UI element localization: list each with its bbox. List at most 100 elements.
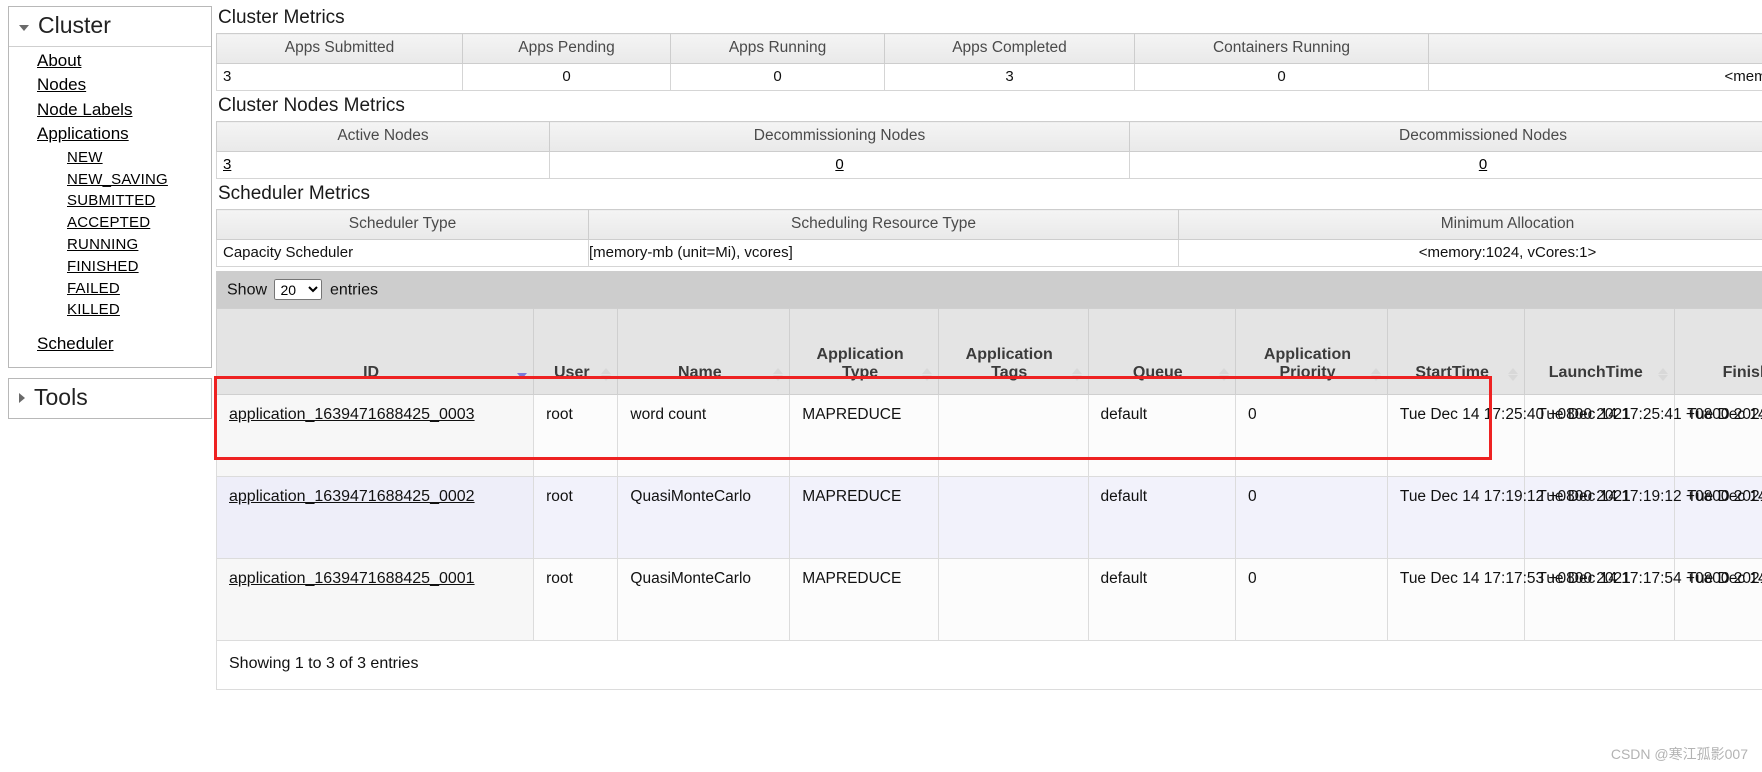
sidebar-item-scheduler[interactable]: Scheduler (9, 332, 211, 356)
sidebar-cluster-header[interactable]: Cluster (9, 7, 211, 47)
applications-datatable: Show 20 50 100 entries (216, 271, 1762, 690)
val-decommissioning-nodes-cell: 0 (550, 152, 1130, 179)
cell-user: root (534, 395, 618, 477)
th-finish-time[interactable]: FinishT (1675, 309, 1762, 395)
col-scheduler-type: Scheduler Type (217, 210, 589, 240)
sidebar-cluster-block: Cluster About Nodes Node Labels Applicat… (8, 6, 212, 368)
th-launch-time-label: LaunchTime (1549, 364, 1643, 381)
page-size-select[interactable]: 20 50 100 (274, 279, 322, 300)
table-row[interactable]: application_1639471688425_0002 root Quas… (217, 477, 1762, 559)
val-decommissioned-nodes[interactable]: 0 (1479, 156, 1487, 173)
val-apps-completed: 3 (885, 64, 1135, 91)
cell-start-time: Tue Dec 14 17:25:40 +0800 2021 (1387, 395, 1525, 477)
cell-start-time: Tue Dec 14 17:17:53 +0800 2021 (1387, 559, 1525, 641)
table-row[interactable]: application_1639471688425_0001 root Quas… (217, 559, 1762, 641)
th-queue[interactable]: Queue (1088, 309, 1235, 395)
sidebar-cluster-body: About Nodes Node Labels Applications NEW… (9, 47, 211, 367)
cell-application-priority: 0 (1236, 395, 1388, 477)
entries-label: entries (330, 282, 378, 299)
applications-header-row: ID User Name Application Type (217, 309, 1762, 395)
val-active-nodes[interactable]: 3 (223, 156, 231, 173)
scheduler-metrics-table: Scheduler Type Scheduling Resource Type … (216, 209, 1762, 267)
cell-id: application_1639471688425_0002 (217, 477, 534, 559)
cell-launch-time: Tue Dec 14 17:17:54 +0800 2021 (1525, 559, 1675, 641)
cell-queue: default (1088, 559, 1235, 641)
sidebar-item-about[interactable]: About (9, 49, 211, 73)
col-apps-pending: Apps Pending (463, 34, 671, 64)
cluster-nodes-header-row: Active Nodes Decommissioning Nodes Decom… (217, 122, 1762, 152)
col-decommissioning-nodes: Decommissioning Nodes (550, 122, 1130, 152)
sidebar-tools-header[interactable]: Tools (9, 379, 211, 418)
sidebar-item-new-saving[interactable]: NEW_SAVING (9, 169, 211, 191)
datatable-info: Showing 1 to 3 of 3 entries (216, 641, 1762, 690)
table-row[interactable]: application_1639471688425_0003 root word… (217, 395, 1762, 477)
sidebar-item-killed[interactable]: KILLED (9, 299, 211, 321)
sidebar-item-new[interactable]: NEW (9, 147, 211, 169)
th-launch-time[interactable]: LaunchTime (1525, 309, 1675, 395)
th-application-tags-label: Application Tags (966, 346, 1053, 381)
cluster-metrics-value-row: 3 0 0 3 0 <memory:0 B, v (217, 64, 1762, 91)
sidebar: Cluster About Nodes Node Labels Applicat… (0, 0, 212, 429)
application-id-link[interactable]: application_1639471688425_0002 (229, 488, 475, 505)
cell-launch-time: Tue Dec 14 17:19:12 +0800 2021 (1525, 477, 1675, 559)
sidebar-item-node-labels[interactable]: Node Labels (9, 98, 211, 122)
sidebar-cluster-title: Cluster (38, 12, 111, 39)
cell-queue: default (1088, 395, 1235, 477)
cell-application-tags (938, 559, 1088, 641)
cell-id: application_1639471688425_0001 (217, 559, 534, 641)
sidebar-item-applications[interactable]: Applications (9, 122, 211, 146)
val-apps-pending: 0 (463, 64, 671, 91)
th-user[interactable]: User (534, 309, 618, 395)
cell-application-type: MAPREDUCE (790, 477, 939, 559)
sidebar-item-accepted[interactable]: ACCEPTED (9, 212, 211, 234)
sidebar-item-nodes[interactable]: Nodes (9, 73, 211, 97)
application-id-link[interactable]: application_1639471688425_0001 (229, 570, 475, 587)
cell-application-tags (938, 477, 1088, 559)
th-application-type-label: Application Type (817, 346, 904, 381)
th-id[interactable]: ID (217, 309, 534, 395)
sidebar-item-failed[interactable]: FAILED (9, 278, 211, 300)
sort-none-icon (773, 368, 784, 381)
cell-application-priority: 0 (1236, 559, 1388, 641)
cell-start-time: Tue Dec 14 17:19:12 +0800 2021 (1387, 477, 1525, 559)
cell-application-tags (938, 395, 1088, 477)
cluster-nodes-metrics-title: Cluster Nodes Metrics (218, 95, 1762, 117)
cell-user: root (534, 559, 618, 641)
cell-finish-time: Tue Dec 14 17:19:31 +0800 2 (1675, 477, 1762, 559)
cell-application-priority: 0 (1236, 477, 1388, 559)
sidebar-tools-title: Tools (34, 384, 88, 411)
sidebar-item-submitted[interactable]: SUBMITTED (9, 190, 211, 212)
col-apps-submitted: Apps Submitted (217, 34, 463, 64)
sort-desc-icon (517, 368, 528, 381)
cell-queue: default (1088, 477, 1235, 559)
th-name[interactable]: Name (618, 309, 790, 395)
cluster-metrics-header-row: Apps Submitted Apps Pending Apps Running… (217, 34, 1762, 64)
th-finish-time-label: FinishT (1723, 364, 1762, 381)
val-containers-running: 0 (1135, 64, 1429, 91)
th-application-type[interactable]: Application Type (790, 309, 939, 395)
cell-application-type: MAPREDUCE (790, 559, 939, 641)
th-application-tags[interactable]: Application Tags (938, 309, 1088, 395)
th-start-time[interactable]: StartTime (1387, 309, 1525, 395)
col-scheduling-resource-type: Scheduling Resource Type (589, 210, 1179, 240)
sort-none-icon (601, 368, 612, 381)
val-decommissioning-nodes[interactable]: 0 (835, 156, 843, 173)
cell-finish-time: Tue Dec 14 17:25:55 +0800 2 (1675, 395, 1762, 477)
th-queue-label: Queue (1133, 364, 1183, 381)
val-apps-submitted: 3 (217, 64, 463, 91)
val-decommissioned-nodes-cell: 0 (1130, 152, 1762, 179)
sort-none-icon (1072, 368, 1083, 381)
sidebar-item-finished[interactable]: FINISHED (9, 256, 211, 278)
sort-none-icon (1219, 368, 1230, 381)
sidebar-item-running[interactable]: RUNNING (9, 234, 211, 256)
th-user-label: User (554, 364, 590, 381)
val-scheduler-type: Capacity Scheduler (217, 240, 589, 267)
main-content: Cluster Metrics Apps Submitted Apps Pend… (212, 0, 1762, 690)
cell-application-type: MAPREDUCE (790, 395, 939, 477)
th-application-priority[interactable]: Application Priority (1236, 309, 1388, 395)
application-id-link[interactable]: application_1639471688425_0003 (229, 406, 475, 423)
caret-right-icon (19, 393, 25, 403)
scheduler-metrics-title: Scheduler Metrics (218, 183, 1762, 205)
cluster-nodes-value-row: 3 0 0 (217, 152, 1762, 179)
cluster-metrics-table: Apps Submitted Apps Pending Apps Running… (216, 33, 1762, 91)
